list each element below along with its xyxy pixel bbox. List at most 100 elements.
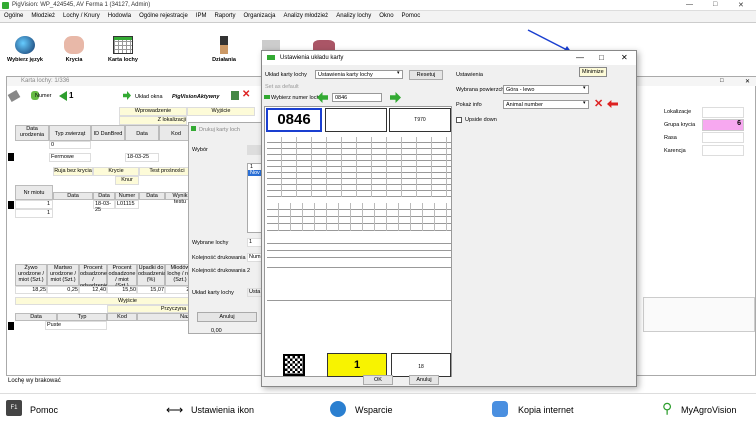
row1-data-krycie[interactable]: 18-03-25 [93,200,115,213]
set-as-default[interactable]: Set as default [265,84,299,90]
remove-info-x-icon[interactable]: ✕ [594,97,603,110]
cell-puste[interactable]: Puste [45,321,107,330]
close-button[interactable]: ✕ [738,1,744,9]
lokalizacje-field[interactable] [702,107,744,118]
row1-nr-miotu: 1 [15,200,53,209]
numer-label: Numer [35,93,52,99]
karta-window-max[interactable]: □ [720,78,724,84]
delete-x-icon[interactable]: ✕ [242,89,250,100]
f1-key-icon[interactable]: F1 [6,400,22,416]
card-preview[interactable]: 0846 T970 1 18 [264,106,452,377]
card-table-3 [267,237,451,259]
dialog-minimize-button[interactable]: — [576,53,584,62]
maximize-button[interactable]: □ [713,1,717,8]
karencja-field[interactable] [702,145,744,156]
double-arrow-icon[interactable]: ⟷ [166,403,183,417]
menu-ipm[interactable]: IPM [192,11,211,21]
backup-icon[interactable] [492,401,508,417]
menu-raporty[interactable]: Raporty [210,11,239,21]
grupa-krycia-label: Grupa krycia [664,122,696,128]
cell-data-wprowadzenia[interactable]: 18-03-25 [125,153,159,162]
ustawienia-dialog: Ustawienia układu karty — □ ✕ Minimize U… [261,50,637,387]
qr-code-icon [283,354,305,376]
wrench-icon[interactable] [7,90,21,102]
app-titlebar: PigVision: WP_424545, AV Ferma 1 (34127,… [0,0,756,11]
card-notes-2 [267,300,451,350]
card-code-box[interactable]: T970 [389,108,451,132]
drukuj-anuluj-button[interactable]: Anuluj [197,312,257,322]
wprowadzenie-header: Wprowadzenie [119,107,187,116]
menu-hodowla[interactable]: Hodowla [104,11,135,21]
choose-language-button[interactable]: Wybierz język [2,36,48,63]
choose-language-label: Wybierz język [7,57,43,63]
card-value-18[interactable]: 18 [391,353,451,377]
dialog-maximize-button[interactable]: □ [599,53,604,62]
grupa-krycia-value[interactable]: 6 [702,119,744,131]
pomoc-link[interactable]: Pomoc [30,405,58,415]
karta-lochy-label: Karta lochy [108,57,138,63]
pig-icon [64,36,84,54]
right-empty-panel [643,297,755,332]
dzialania-button[interactable]: Działania [201,36,247,63]
row1-numer-knur[interactable]: L01115 [115,200,139,209]
col-typ-zwierzat: Typ zwierząt [49,125,91,141]
prev-sow-arrow-icon[interactable] [317,92,328,103]
kopia-internet-link[interactable]: Kopia internet [518,405,574,415]
menu-ogolne[interactable]: Ogólne [0,11,27,21]
pvaktywny-label: PigVisionAktywny [172,94,220,100]
pv-settings-icon[interactable] [231,91,239,100]
next-sow-arrow-icon[interactable] [390,92,401,103]
menu-organizacja[interactable]: Organizacja [239,11,279,21]
cell-fermowe[interactable]: Fermowe [49,153,91,162]
card-box-2[interactable] [325,108,387,132]
page-indicator: 1 [69,91,74,100]
rasa-field[interactable] [702,132,744,143]
minimize-button[interactable]: — [686,1,693,8]
col-id-danbred: ID DanBred [91,125,125,141]
stat-header-3: Procent odsadzone / odsadzenie [79,264,108,289]
col-numer-knur: Numer [115,192,139,200]
karta-lochy-button[interactable]: Karta lochy [100,36,146,63]
menu-mlodziez[interactable]: Młodzież [27,11,59,21]
wsparcie-link[interactable]: Wsparcie [355,405,393,415]
row-pointer [8,153,14,161]
knur-header: Knur [115,176,139,185]
nav-back-arrow-icon[interactable] [59,91,67,101]
menu-ogolne-rejestracje[interactable]: Ogólne rejestracje [135,11,192,21]
forward-arrow-icon[interactable] [123,91,131,100]
menu-pomoc[interactable]: Pomoc [398,11,425,21]
support-icon[interactable] [330,401,346,417]
row-pointer-3 [8,322,14,330]
uklad-karty-lochy-select[interactable]: Ustawienia karty lochy [315,70,403,79]
card-number-box[interactable]: 0846 [266,108,322,132]
menu-analizy-mlodziez[interactable]: Analizy młodzież [280,11,333,21]
wybierz-numer-input[interactable]: 0846 [332,93,382,102]
upside-down-label: Upside down [465,117,497,123]
yellow-number-box[interactable]: 1 [327,353,387,377]
col-data-wyjscie: Data [15,313,57,321]
drukuj-title: Drukuj karty loch [191,126,240,133]
stat-header-4: Procent odsadzone / miot (Szt.) [107,264,137,289]
dialog-close-button[interactable]: ✕ [621,53,628,62]
pokaz-info-label: Pokaż info [456,102,482,108]
agro-figure-icon[interactable]: ⚲ [662,400,672,417]
menu-lochy-knury[interactable]: Lochy / Knury [59,11,104,21]
menu-analizy-lochy[interactable]: Analizy lochy [332,11,375,21]
broom-icon [220,36,228,54]
row2-nr-miotu: 1 [15,209,53,218]
myagrovision-link[interactable]: MyAgroVision [681,405,736,415]
upside-down-checkbox[interactable] [456,117,462,123]
ustawienia-ikon-link[interactable]: Ustawienia ikon [191,405,254,415]
pokaz-info-select[interactable]: Animal number [503,100,589,109]
printer-icon [191,126,196,131]
ustawienia-dialog-title: Ustawienia układu karty [280,55,344,61]
resetuj-button[interactable]: Resetuj [409,70,443,80]
chevron-down-icon: ▾ [397,70,400,76]
wybrana-powierzchnia-select[interactable]: Góra - lewo [503,85,589,94]
ustawienia-dialog-icon [267,55,275,60]
undo-arrow-icon[interactable] [607,100,618,108]
karta-window-close[interactable]: ✕ [745,78,750,85]
krycia-button[interactable]: Krycia [51,36,97,63]
menu-okno[interactable]: Okno [375,11,397,21]
drukuj-dialog: Drukuj karty loch Wybór 1 Nov Wybrane lo… [188,122,269,334]
